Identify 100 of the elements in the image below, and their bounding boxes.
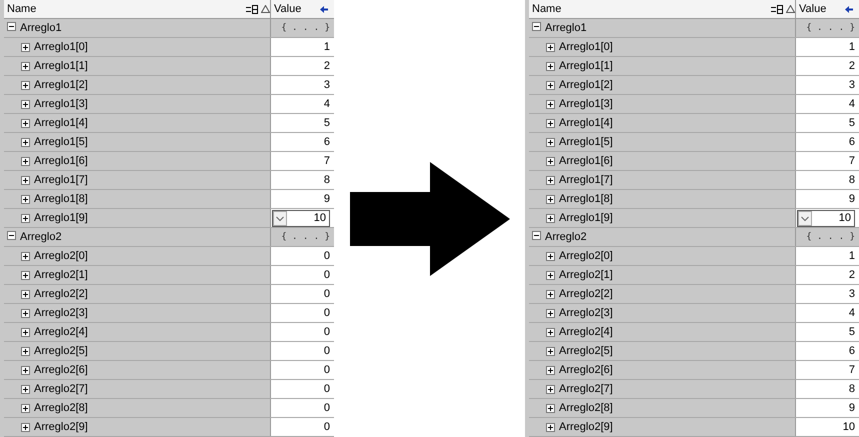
expand-icon[interactable] — [546, 194, 555, 204]
value-cell: 8 — [848, 383, 855, 395]
variable-name: Arreglo2[4] — [34, 326, 88, 338]
sort-icon[interactable] — [261, 5, 270, 13]
value-cell: 0 — [324, 307, 330, 319]
variable-name: Arreglo2 — [545, 231, 587, 243]
expand-icon[interactable] — [21, 366, 30, 374]
variable-name: Arreglo1[8] — [34, 193, 88, 205]
list-icon[interactable] — [771, 4, 783, 14]
value-cell: 1 — [848, 250, 855, 262]
expand-icon[interactable] — [21, 346, 30, 356]
expand-icon[interactable] — [546, 156, 555, 166]
expand-icon[interactable] — [21, 156, 30, 166]
variable-name: Arreglo1[3] — [559, 98, 613, 110]
variable-name: Arreglo1[6] — [559, 155, 613, 167]
value-cell: 5 — [848, 326, 855, 338]
value-cell: { . . . } — [806, 232, 855, 242]
expand-icon[interactable] — [21, 270, 30, 280]
variable-name: Arreglo2[3] — [34, 307, 88, 319]
expand-icon[interactable] — [546, 346, 555, 356]
expand-icon[interactable] — [21, 100, 30, 108]
expand-icon[interactable] — [546, 328, 555, 336]
value-cell: 4 — [324, 98, 330, 110]
expand-icon[interactable] — [21, 62, 30, 70]
value-editor[interactable]: 10 — [797, 210, 855, 226]
variable-name: Arreglo1[4] — [559, 117, 613, 129]
collapse-icon[interactable] — [7, 231, 16, 240]
expand-icon[interactable] — [21, 80, 30, 90]
collapse-icon[interactable] — [532, 231, 541, 240]
expand-icon[interactable] — [21, 252, 30, 260]
expand-icon[interactable] — [21, 328, 30, 336]
value-cell: 3 — [848, 79, 855, 91]
value-cell: 1 — [848, 41, 855, 53]
value-cell: 4 — [848, 307, 855, 319]
dropdown-caret-icon[interactable] — [798, 210, 812, 226]
expand-icon[interactable] — [21, 290, 30, 298]
value-cell: 7 — [848, 155, 855, 167]
list-icon[interactable] — [246, 4, 258, 14]
column-title: Value — [799, 3, 828, 15]
variable-name: Arreglo2[9] — [559, 421, 613, 433]
expand-icon[interactable] — [21, 404, 30, 412]
value-cell: 4 — [848, 98, 855, 110]
left-arrow-icon[interactable] — [845, 6, 853, 12]
expand-icon[interactable] — [546, 138, 555, 146]
variable-name: Arreglo1[5] — [559, 136, 613, 148]
expand-icon[interactable] — [546, 42, 555, 52]
variable-name: Arreglo2[2] — [559, 288, 613, 300]
expand-icon[interactable] — [546, 422, 555, 432]
expand-icon[interactable] — [21, 194, 30, 204]
expand-icon[interactable] — [546, 80, 555, 90]
variable-name: Arreglo2[5] — [34, 345, 88, 357]
expand-icon[interactable] — [546, 404, 555, 412]
value-cell: { . . . } — [281, 232, 330, 242]
column-title: Value — [274, 3, 302, 15]
value-editor[interactable]: 10 — [272, 210, 330, 226]
sort-icon[interactable] — [786, 5, 795, 13]
value-cell: 0 — [324, 421, 330, 433]
value-cell: 0 — [324, 288, 330, 300]
column-title: Name — [532, 3, 562, 15]
variable-name: Arreglo2[0] — [34, 250, 88, 262]
value-cell: 0 — [324, 402, 330, 414]
expand-icon[interactable] — [546, 270, 555, 280]
dropdown-caret-icon[interactable] — [273, 210, 287, 226]
expand-icon[interactable] — [546, 62, 555, 70]
expand-icon[interactable] — [546, 252, 555, 260]
expand-icon[interactable] — [21, 214, 30, 222]
collapse-icon[interactable] — [532, 22, 541, 31]
expand-icon[interactable] — [546, 290, 555, 298]
left-arrow-icon[interactable] — [320, 6, 328, 12]
variable-name: Arreglo1 — [20, 22, 62, 34]
expand-icon[interactable] — [21, 422, 30, 432]
value-cell: 0 — [324, 364, 330, 376]
value-cell: 9 — [848, 402, 855, 414]
value-cell: { . . . } — [281, 23, 330, 33]
expand-icon[interactable] — [546, 308, 555, 318]
expand-icon[interactable] — [546, 214, 555, 222]
right-arrow-icon — [350, 162, 510, 276]
expand-icon[interactable] — [546, 176, 555, 184]
expand-icon[interactable] — [21, 138, 30, 146]
expand-icon[interactable] — [546, 366, 555, 374]
value-cell: 0 — [324, 250, 330, 262]
variable-name: Arreglo2[5] — [559, 345, 613, 357]
variable-name: Arreglo1[7] — [559, 174, 613, 186]
value-cell: 3 — [848, 288, 855, 300]
expand-icon[interactable] — [21, 384, 30, 394]
variable-name: Arreglo2[9] — [34, 421, 88, 433]
variable-name: Arreglo2[1] — [34, 269, 88, 281]
value-cell: 9 — [324, 193, 330, 205]
collapse-icon[interactable] — [7, 22, 16, 31]
expand-icon[interactable] — [546, 384, 555, 394]
expand-icon[interactable] — [21, 42, 30, 52]
variable-name: Arreglo2[4] — [559, 326, 613, 338]
expand-icon[interactable] — [21, 176, 30, 184]
variable-name: Arreglo2[1] — [559, 269, 613, 281]
variable-name: Arreglo2[7] — [559, 383, 613, 395]
expand-icon[interactable] — [21, 308, 30, 318]
expand-icon[interactable] — [546, 118, 555, 128]
expand-icon[interactable] — [546, 100, 555, 108]
variable-name: Arreglo2[7] — [34, 383, 88, 395]
expand-icon[interactable] — [21, 118, 30, 128]
